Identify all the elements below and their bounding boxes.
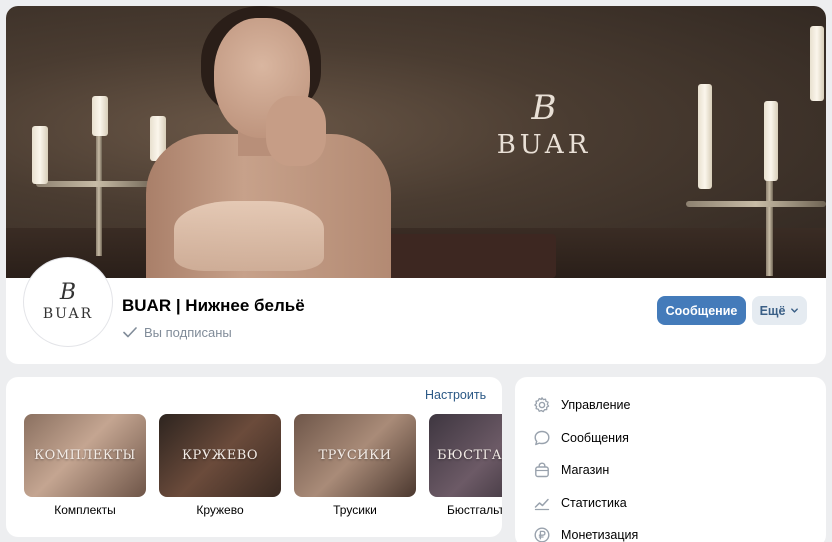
menu-item-label: Монетизация xyxy=(561,528,639,542)
category-caption: Кружево xyxy=(196,503,244,517)
menu-item-label: Сообщения xyxy=(561,430,629,445)
subscription-status-label: Вы подписаны xyxy=(144,324,232,340)
shopping-bag-icon xyxy=(535,462,549,478)
menu-item-messages[interactable]: Сообщения xyxy=(515,422,826,455)
category-thumbnail: БЮСТГАЛЬТЕРЫ xyxy=(429,414,502,497)
menu-item-statistics[interactable]: Статистика xyxy=(515,487,826,520)
cover-brand-logo: B BUAR xyxy=(496,88,592,160)
category-item[interactable]: ТРУСИКИ Трусики xyxy=(294,414,416,517)
checkmark-icon xyxy=(123,327,137,338)
community-avatar[interactable]: B BUAR xyxy=(24,258,112,346)
product-categories: КОМПЛЕКТЫ Комплекты КРУЖЕВО Кружево ТРУС… xyxy=(24,414,502,534)
menu-item-label: Управление xyxy=(561,398,631,413)
category-thumbnail: КРУЖЕВО xyxy=(159,414,281,497)
subscription-status[interactable]: Вы подписаны xyxy=(122,324,232,340)
menu-item-monetization[interactable]: Монетизация xyxy=(515,519,826,542)
category-item[interactable]: КОМПЛЕКТЫ Комплекты xyxy=(24,414,146,517)
category-item[interactable]: БЮСТГАЛЬТЕРЫ Бюстгальтеры xyxy=(429,414,502,517)
menu-item-shop[interactable]: Магазин xyxy=(515,454,826,487)
gear-icon xyxy=(534,397,550,413)
more-button[interactable]: Ещё xyxy=(752,296,807,325)
category-thumbnail: ТРУСИКИ xyxy=(294,414,416,497)
category-caption: Комплекты xyxy=(54,503,116,517)
community-page: B BUAR B BUAR BUAR | Нижнее бельё Вы под… xyxy=(0,0,832,542)
menu-item-label: Статистика xyxy=(561,495,627,510)
ruble-coin-icon xyxy=(534,527,550,542)
cover-image: B BUAR xyxy=(6,6,826,278)
message-button[interactable]: Сообщение xyxy=(657,296,746,325)
chat-bubble-icon xyxy=(534,430,550,445)
category-item[interactable]: КРУЖЕВО Кружево xyxy=(159,414,281,517)
community-header-card: B BUAR B BUAR BUAR | Нижнее бельё Вы под… xyxy=(6,6,826,364)
chevron-down-icon xyxy=(791,308,799,313)
category-thumbnail: КОМПЛЕКТЫ xyxy=(24,414,146,497)
community-name: BUAR | Нижнее бельё xyxy=(122,296,305,315)
menu-item-manage[interactable]: Управление xyxy=(515,389,826,422)
products-block: Настроить КОМПЛЕКТЫ Комплекты КРУЖЕВО Кр… xyxy=(6,377,502,537)
trend-chart-icon xyxy=(534,498,550,510)
category-caption: Трусики xyxy=(333,503,377,517)
category-caption: Бюстгальтеры xyxy=(447,503,502,517)
model-photo xyxy=(146,6,396,278)
more-button-label: Ещё xyxy=(759,303,786,318)
menu-item-label: Магазин xyxy=(561,463,610,478)
admin-menu: Управление Сообщения Магазин Статистика … xyxy=(515,377,826,542)
setup-link[interactable]: Настроить xyxy=(425,388,486,402)
